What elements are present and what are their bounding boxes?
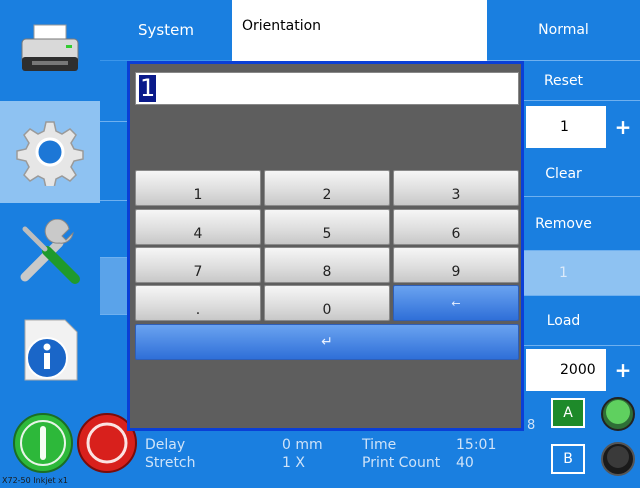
key-9[interactable]: 9	[393, 247, 519, 283]
key-8[interactable]: 8	[264, 247, 390, 283]
backspace-icon: ←	[451, 296, 461, 310]
sidebar-item-settings[interactable]	[0, 101, 100, 204]
time-label: Time	[362, 437, 397, 453]
keypad-input-value: 1	[139, 74, 157, 102]
row-stripe	[100, 315, 130, 394]
backspace-key[interactable]: ←	[393, 285, 519, 321]
enter-key[interactable]: ↵	[135, 324, 519, 360]
printer-icon	[21, 24, 79, 71]
count-value[interactable]: 1	[526, 106, 606, 148]
keypad-input[interactable]: 1	[135, 72, 519, 105]
print-count-value: 40	[456, 455, 474, 471]
key-7[interactable]: 7	[135, 247, 261, 283]
key-4[interactable]: 4	[135, 209, 261, 245]
orientation-label: Orientation	[242, 18, 322, 34]
delay-value: 0 mm	[282, 437, 323, 453]
load-value[interactable]: 2000	[526, 349, 606, 391]
numeric-keypad-dialog: 1 1 2 3 4 5 6 7 8 9 . 0 ← ↵	[127, 61, 524, 431]
channel-a-button[interactable]: A	[551, 398, 585, 428]
enter-icon: ↵	[321, 334, 333, 350]
sidebar-item-print[interactable]	[0, 0, 100, 102]
gear-icon	[16, 121, 84, 186]
tools-icon	[20, 218, 80, 284]
start-button[interactable]	[12, 412, 74, 478]
row-stripe	[100, 258, 130, 315]
load-plus-button[interactable]: +	[606, 349, 640, 391]
sidebar-item-tools[interactable]	[0, 203, 100, 305]
key-decimal[interactable]: .	[135, 285, 261, 321]
channel-b-indicator	[600, 441, 636, 481]
normal-button[interactable]: Normal	[487, 0, 640, 61]
key-1[interactable]: 1	[135, 170, 261, 206]
green-light-icon	[601, 397, 635, 431]
key-3[interactable]: 3	[393, 170, 519, 206]
device-name: X72-50 Inkjet x1	[2, 476, 68, 485]
off-light-icon	[601, 442, 635, 476]
system-label: System	[100, 0, 232, 61]
key-2[interactable]: 2	[264, 170, 390, 206]
info-icon	[24, 319, 78, 380]
orientation-field[interactable]: Orientation	[232, 0, 487, 61]
key-5[interactable]: 5	[264, 209, 390, 245]
partial-number: 8	[527, 418, 536, 433]
row-stripe	[100, 122, 130, 201]
start-icon	[13, 413, 73, 473]
channel-b-button[interactable]: B	[551, 444, 585, 474]
sidebar-item-info[interactable]	[0, 304, 100, 394]
time-value: 15:01	[456, 437, 497, 453]
row-stripe	[100, 61, 130, 122]
key-6[interactable]: 6	[393, 209, 519, 245]
key-0[interactable]: 0	[264, 285, 390, 321]
channel-a-indicator	[600, 396, 636, 436]
delay-label: Delay	[145, 437, 186, 453]
print-count-label: Print Count	[362, 455, 441, 471]
count-plus-button[interactable]: +	[606, 106, 640, 148]
row-stripe	[100, 201, 130, 258]
stretch-label: Stretch	[145, 455, 196, 471]
stretch-value: 1 X	[282, 455, 305, 471]
